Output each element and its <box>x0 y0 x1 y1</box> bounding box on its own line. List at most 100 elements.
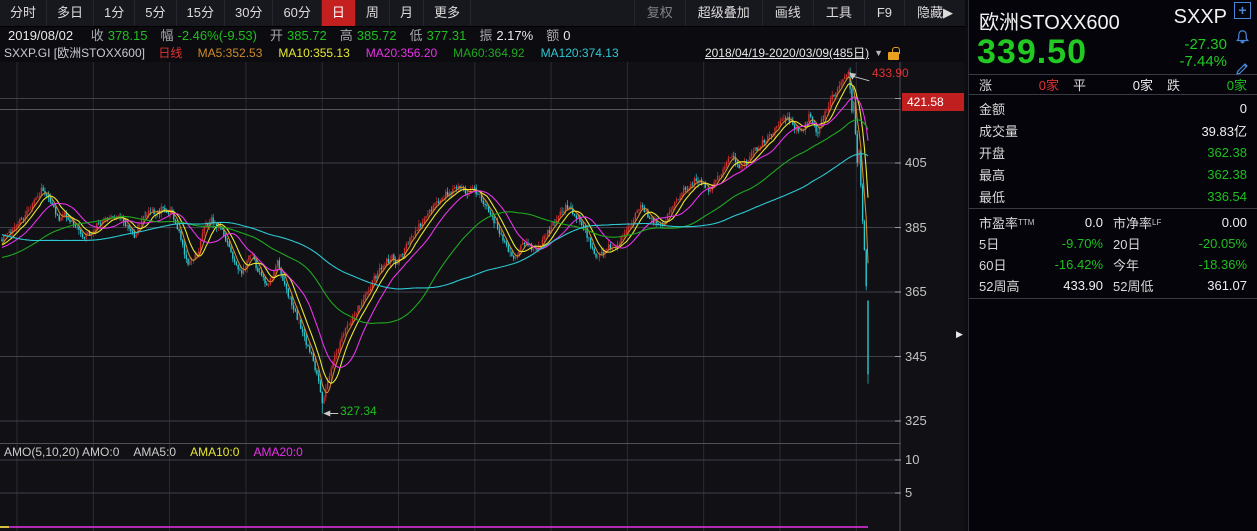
stat-cell: 52周低 361.07 <box>1113 276 1247 295</box>
stat-label: 市净率 <box>1113 216 1153 231</box>
stat-label-superscript: TTM <box>1018 218 1035 227</box>
instrument-name: 欧洲STOXX600 <box>979 12 1120 34</box>
stat-label: 60日 <box>979 258 1007 273</box>
stat-label: 成交量 <box>979 123 1019 139</box>
stat-label-superscript: LF <box>1152 218 1162 227</box>
add-icon[interactable]: + <box>1234 2 1251 19</box>
candlestick-chart[interactable]: 405 385 365 345 325 10 5 421.58 433.90 327.34 … <box>0 62 965 531</box>
field-label: 额 <box>546 28 560 43</box>
stat-value: -16.42% <box>1054 257 1103 272</box>
field-低: 低 377.31 <box>410 28 467 43</box>
stat-value: 362.38 <box>1207 166 1247 182</box>
field-label: 振 <box>479 28 493 43</box>
stat-value: 0.0 <box>1084 215 1103 230</box>
panel-title-row: 欧洲STOXX600 SXXP <box>979 6 1227 35</box>
ohlc-fields: 收 378.15 幅 -2.46%(-9.53) 开 385.72 高 385.72 低 377.… <box>91 28 584 43</box>
toolbar-tools-button[interactable]: 工具 <box>812 0 864 26</box>
stat-cell: 5日 -9.70% <box>979 234 1113 253</box>
amo-axis-label: 5 <box>905 485 913 500</box>
stat-row: 最低 336.54 <box>979 185 1247 207</box>
main-price-pane[interactable] <box>0 62 901 443</box>
toolbar-draw-line-button[interactable]: 画线 <box>761 0 813 26</box>
stat-cell: 市净率 LF 0.00 <box>1113 213 1247 232</box>
breadth-value: 0家 <box>1132 78 1153 93</box>
amo-legend: AMO(5,10,20) AMO:0 AMA5:0 AMA10:0 AMA20:0 <box>4 445 317 460</box>
tab-fenshi[interactable]: 分时 <box>0 0 48 26</box>
breadth-label: 平 <box>1073 78 1087 93</box>
price-change-block: -27.30 -7.44% <box>1179 36 1227 70</box>
date-range-group[interactable]: 2018/04/19-2020/03/09(485日) ▼ <box>705 45 900 62</box>
amo-axis-label: 10 <box>905 452 920 467</box>
stat-label: 5日 <box>979 237 1000 252</box>
field-value: -2.46%(-9.53) <box>177 28 257 43</box>
stat-row: 金额 0 <box>979 97 1247 119</box>
tab-more[interactable]: 更多 <box>424 0 471 26</box>
low-annotation: 327.34 <box>340 404 377 418</box>
toolbar-hide-button[interactable]: 隐藏▶ <box>904 0 965 26</box>
unlock-icon[interactable] <box>888 46 900 60</box>
stat-cell: 20日 -20.05% <box>1113 234 1247 253</box>
market-breadth-row: 涨 0家平 0家跌 0家 <box>969 74 1257 95</box>
divider <box>969 208 1257 209</box>
stat-grid-row: 市盈率 TTM 0.0 市净率 LF 0.00 <box>979 212 1247 233</box>
ma-legend-item: MA5:352.53 <box>197 46 263 60</box>
toolbar-fuquan-button[interactable]: 复权 <box>633 0 685 26</box>
stat-value: -9.70% <box>1061 236 1103 251</box>
field-value: 0 <box>563 28 571 43</box>
field-value: 2.17% <box>496 28 534 43</box>
current-price: 339.50 <box>977 33 1087 71</box>
stat-cell: 60日 -16.42% <box>979 255 1113 274</box>
stat-label: 金额 <box>979 101 1006 117</box>
ma-legend-item: MA20:356.20 <box>365 46 438 60</box>
quote-date: 2019/08/02 <box>8 28 74 43</box>
breadth-label: 涨 <box>979 78 993 93</box>
breadth-value: 0家 <box>1038 78 1059 93</box>
instrument-code: SXXP <box>1173 6 1227 28</box>
stat-cell: 今年 -18.36% <box>1113 255 1247 274</box>
ma-legend-item: MA120:374.13 <box>540 46 619 60</box>
tab-day[interactable]: 日 <box>321 0 356 26</box>
amo-legend-item: AMA20:0 <box>253 445 303 459</box>
panel-collapse-arrow[interactable]: ▶ <box>956 329 963 340</box>
field-label: 低 <box>409 28 423 43</box>
field-高: 高 385.72 <box>340 28 397 43</box>
stat-grid-row: 52周高 433.90 52周低 361.07 <box>979 275 1247 296</box>
stat-label: 今年 <box>1113 258 1140 273</box>
tab-60min[interactable]: 60分 <box>273 0 322 26</box>
date-range-label[interactable]: 2018/04/19-2020/03/09(485日) <box>705 45 869 62</box>
period-label: 日线 <box>158 46 183 60</box>
period-toolbar: 分时 多日 1分 5分 15分 30分 60分日周月更多 复权 超级叠加 画线 工具 F9 隐藏▶ <box>0 0 965 27</box>
price-change-pct: -7.44% <box>1179 53 1227 70</box>
field-开: 开 385.72 <box>270 28 327 43</box>
tab-5min[interactable]: 5分 <box>135 0 177 26</box>
field-额: 额0 <box>546 28 570 43</box>
stat-value: -20.05% <box>1198 236 1247 251</box>
quote-panel: 欧洲STOXX600 SXXP 339.50 -27.30 -7.44% 涨 0家… <box>968 0 1257 531</box>
stats-grid: 市盈率 TTM 0.0 市净率 LF 0.00 5日 -9.70% 20日 -20.05% 60日 -… <box>979 212 1247 296</box>
field-label: 收 <box>90 28 104 43</box>
edit-pencil-icon[interactable] <box>1234 61 1254 82</box>
tab-15min[interactable]: 15分 <box>177 0 225 26</box>
divider <box>969 298 1257 299</box>
tab-week[interactable]: 周 <box>356 0 390 26</box>
panel-icon-column: + <box>1234 2 1254 92</box>
stat-row: 开盘 362.38 <box>979 141 1247 163</box>
field-label: 开 <box>269 28 283 43</box>
stat-label: 最低 <box>979 189 1006 205</box>
field-value: 378.15 <box>107 28 148 43</box>
chevron-down-icon[interactable]: ▼ <box>874 45 883 62</box>
toolbar-super-overlay-button[interactable]: 超级叠加 <box>684 0 762 26</box>
field-振: 振 2.17% <box>479 28 533 43</box>
tab-month[interactable]: 月 <box>390 0 424 26</box>
price-change: -27.30 <box>1184 36 1227 53</box>
tab-30min[interactable]: 30分 <box>225 0 274 26</box>
toolbar-f9-button[interactable]: F9 <box>863 0 904 26</box>
tab-multi-day[interactable]: 多日 <box>47 0 95 26</box>
tab-1min[interactable]: 1分 <box>94 0 136 26</box>
field-label: 幅 <box>160 28 174 43</box>
stat-value: -18.36% <box>1198 257 1247 272</box>
field-label: 高 <box>339 28 353 43</box>
price-axis-label: 405 <box>905 155 927 170</box>
alert-bell-icon[interactable] <box>1234 29 1254 51</box>
